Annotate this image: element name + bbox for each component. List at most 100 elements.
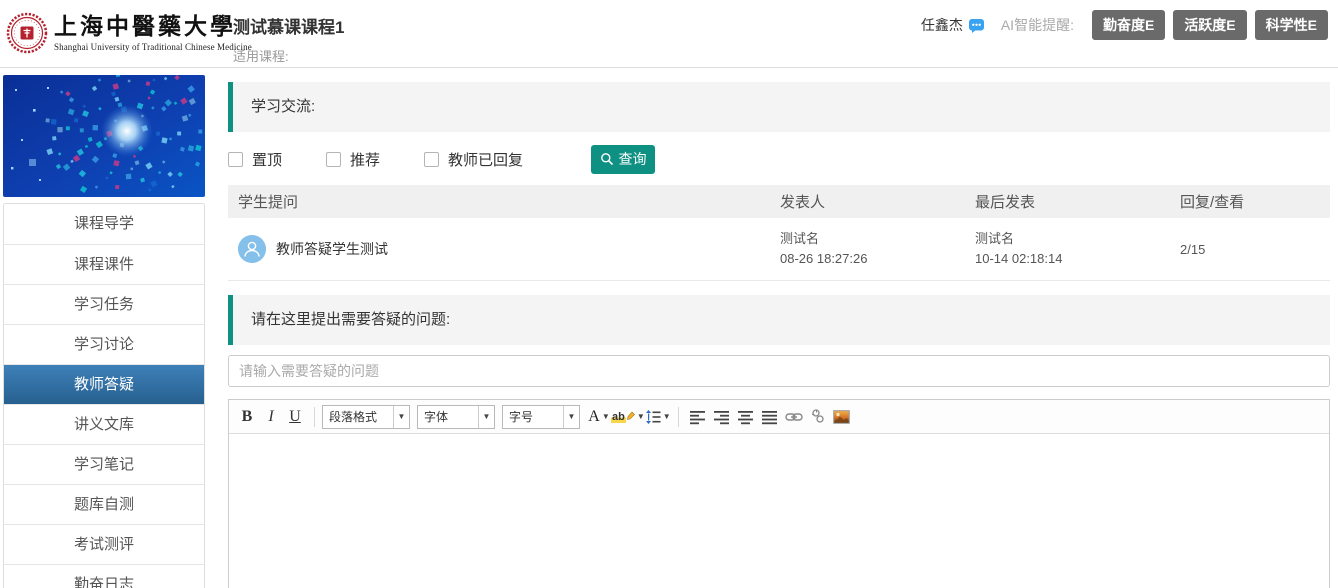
header-right: 任鑫杰 AI智能提醒: 勤奋度E 活跃度E 科学性E xyxy=(921,10,1328,40)
underline-button[interactable]: U xyxy=(283,404,307,430)
highlight-pen-icon xyxy=(626,411,635,422)
bold-button[interactable]: B xyxy=(235,404,259,430)
sidebar-item-exam-evaluation[interactable]: 考试测评 xyxy=(4,524,204,564)
align-center-button[interactable] xyxy=(734,404,758,430)
paragraph-format-select[interactable]: 段落格式 ▼ xyxy=(322,405,410,429)
rich-text-editor: B I U 段落格式 ▼ 字体 ▼ 字号 ▼ A ▼ xyxy=(228,399,1330,588)
chevron-down-icon: ▼ xyxy=(478,406,494,428)
university-logo: 上海中醫藥大學 Shanghai University of Tradition… xyxy=(6,10,252,56)
discussion-section-header: 学习交流: xyxy=(228,82,1330,132)
italic-button[interactable]: I xyxy=(259,404,283,430)
unlink-icon xyxy=(811,409,825,424)
course-subtitle: 适用课程: xyxy=(233,46,344,65)
ai-reminder-label: AI智能提醒: xyxy=(1001,15,1074,35)
font-size-label: 字号 xyxy=(503,408,563,425)
question-cell: 教师答疑学生测试 xyxy=(228,218,780,280)
align-center-icon xyxy=(737,409,754,425)
poster-name: 测试名 xyxy=(780,229,975,249)
question-table: 学生提问 发表人 最后发表 回复/查看 教师答疑学生测试 测试名 08-26 1… xyxy=(228,185,1330,281)
insert-link-button[interactable] xyxy=(782,404,806,430)
university-name: 上海中醫藥大學 xyxy=(54,14,252,40)
font-family-label: 字体 xyxy=(418,408,478,425)
chevron-down-icon: ▼ xyxy=(393,406,409,428)
course-title-block: 测试慕课课程1 适用课程: xyxy=(233,13,344,65)
badge-diligence[interactable]: 勤奋度E xyxy=(1092,10,1165,40)
search-icon xyxy=(600,152,614,166)
sidebar-nav: 课程导学 课程课件 学习任务 学习讨论 教师答疑 讲义文库 学习笔记 题库自测 … xyxy=(3,203,205,588)
main-content: 学习交流: 置顶 推荐 教师已回复 查询 学生提问 发表人 最后发表 回复/查看 xyxy=(228,68,1330,588)
course-cover-image xyxy=(3,75,205,197)
search-button[interactable]: 查询 xyxy=(591,145,655,174)
align-right-icon xyxy=(713,409,730,425)
chevron-down-icon: ▼ xyxy=(602,412,610,421)
checkbox-pinned-label: 置顶 xyxy=(252,149,282,170)
last-post-time: 10-14 02:18:14 xyxy=(975,249,1180,269)
sidebar-item-learning-tasks[interactable]: 学习任务 xyxy=(4,284,204,324)
font-family-select[interactable]: 字体 ▼ xyxy=(417,405,495,429)
insert-image-button[interactable] xyxy=(830,404,854,430)
chevron-down-icon: ▼ xyxy=(663,412,671,421)
poster-time: 08-26 18:27:26 xyxy=(780,249,975,269)
last-post-cell: 测试名 10-14 02:18:14 xyxy=(975,218,1180,280)
editor-toolbar: B I U 段落格式 ▼ 字体 ▼ 字号 ▼ A ▼ xyxy=(229,400,1329,434)
line-spacing-button[interactable]: ▼ xyxy=(645,404,671,430)
ask-section-header: 请在这里提出需要答疑的问题: xyxy=(228,295,1330,345)
toolbar-separator xyxy=(314,407,315,427)
header: 上海中醫藥大學 Shanghai University of Tradition… xyxy=(0,0,1338,68)
remove-link-button[interactable] xyxy=(806,404,830,430)
link-icon xyxy=(785,411,803,423)
align-justify-button[interactable] xyxy=(758,404,782,430)
filter-row: 置顶 推荐 教师已回复 查询 xyxy=(228,144,655,174)
sidebar-item-courseware[interactable]: 课程课件 xyxy=(4,244,204,284)
badge-scientific[interactable]: 科学性E xyxy=(1255,10,1328,40)
line-spacing-icon xyxy=(645,409,661,425)
sidebar-item-study-notes[interactable]: 学习笔记 xyxy=(4,444,204,484)
question-input[interactable] xyxy=(228,355,1330,387)
sidebar-item-discussion[interactable]: 学习讨论 xyxy=(4,324,204,364)
last-poster-name: 测试名 xyxy=(975,229,1180,249)
col-header-question: 学生提问 xyxy=(228,191,780,212)
username[interactable]: 任鑫杰 xyxy=(921,15,963,35)
image-icon xyxy=(833,410,850,424)
col-header-last-post: 最后发表 xyxy=(975,191,1180,212)
checkbox-pinned[interactable] xyxy=(228,152,243,167)
align-justify-icon xyxy=(761,409,778,425)
badge-activity[interactable]: 活跃度E xyxy=(1173,10,1246,40)
align-left-button[interactable] xyxy=(686,404,710,430)
text-color-button[interactable]: A ▼ xyxy=(587,404,611,430)
university-seal-icon xyxy=(6,10,48,56)
checkbox-teacher-replied[interactable] xyxy=(424,152,439,167)
checkbox-recommended-label: 推荐 xyxy=(350,149,380,170)
align-left-icon xyxy=(689,409,706,425)
sidebar-item-course-guide[interactable]: 课程导学 xyxy=(4,204,204,244)
sidebar-item-self-test[interactable]: 题库自测 xyxy=(4,484,204,524)
search-button-label: 查询 xyxy=(619,149,647,169)
university-name-block: 上海中醫藥大學 Shanghai University of Tradition… xyxy=(54,14,252,52)
table-header-row: 学生提问 发表人 最后发表 回复/查看 xyxy=(228,185,1330,218)
col-header-reply-view: 回复/查看 xyxy=(1180,191,1330,212)
table-row: 教师答疑学生测试 测试名 08-26 18:27:26 测试名 10-14 02… xyxy=(228,218,1330,281)
toolbar-separator xyxy=(678,407,679,427)
university-name-en: Shanghai University of Traditional Chine… xyxy=(54,42,252,52)
highlight-label: ab xyxy=(611,411,626,423)
reply-view-cell: 2/15 xyxy=(1180,218,1330,280)
page-title: 测试慕课课程1 xyxy=(233,13,344,38)
col-header-poster: 发表人 xyxy=(780,191,975,212)
checkbox-recommended[interactable] xyxy=(326,152,341,167)
question-title-link[interactable]: 教师答疑学生测试 xyxy=(276,239,388,259)
chevron-down-icon: ▼ xyxy=(637,412,645,421)
poster-cell: 测试名 08-26 18:27:26 xyxy=(780,218,975,280)
avatar-icon xyxy=(238,235,266,263)
font-size-select[interactable]: 字号 ▼ xyxy=(502,405,580,429)
align-right-button[interactable] xyxy=(710,404,734,430)
sidebar-item-lecture-library[interactable]: 讲义文库 xyxy=(4,404,204,444)
chat-bubble-icon[interactable] xyxy=(968,18,985,34)
paragraph-format-label: 段落格式 xyxy=(323,408,393,425)
editor-content-area[interactable] xyxy=(229,434,1329,588)
highlight-button[interactable]: ab ▼ xyxy=(611,404,645,430)
checkbox-teacher-replied-label: 教师已回复 xyxy=(448,149,523,170)
sidebar-item-teacher-qa[interactable]: 教师答疑 xyxy=(4,364,204,404)
sidebar: 课程导学 课程课件 学习任务 学习讨论 教师答疑 讲义文库 学习笔记 题库自测 … xyxy=(3,75,205,588)
sidebar-item-diligence-log[interactable]: 勤奋日志 xyxy=(4,564,204,588)
page: 上海中醫藥大學 Shanghai University of Tradition… xyxy=(0,0,1338,588)
